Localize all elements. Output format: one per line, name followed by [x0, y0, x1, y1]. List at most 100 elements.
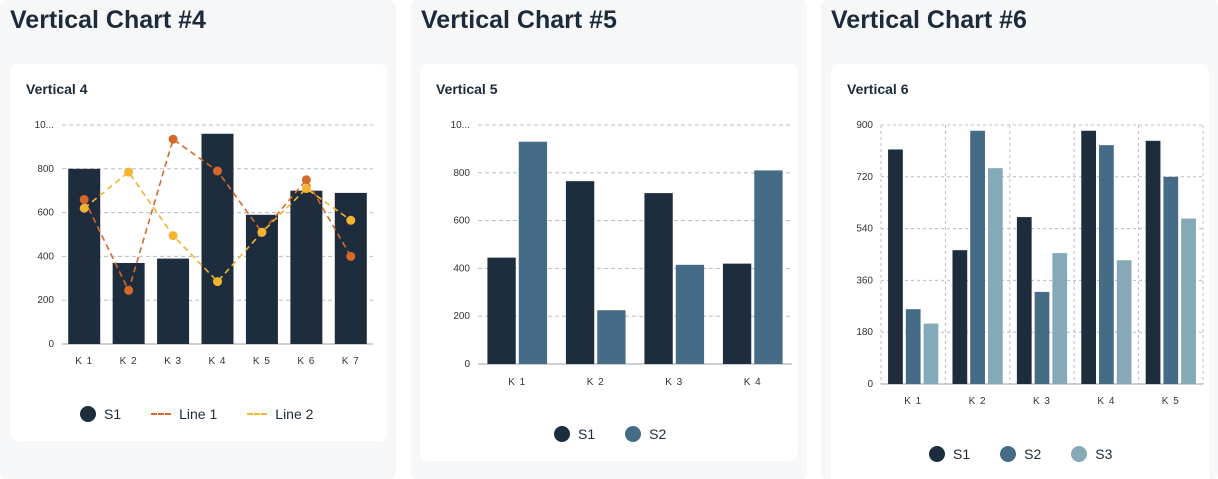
bar-s1-k7[interactable]: [334, 192, 367, 344]
legend-item-s1[interactable]: S1: [929, 446, 970, 462]
legend-swatch: [554, 426, 570, 442]
x-tick-label: K 3: [164, 356, 182, 367]
x-tick-label: K 7: [342, 356, 360, 367]
legend-swatch: [625, 426, 642, 442]
point-line-2-k5[interactable]: [257, 227, 267, 237]
point-line-2-k3[interactable]: [168, 231, 178, 241]
bar-s1-k4[interactable]: [201, 133, 234, 344]
chart-plot: 0 200 400 600 800 10... K 1 K 2 K 3 K 4 K 5 K 6 K 7: [35, 120, 373, 367]
legend-item-s2[interactable]: S2: [1000, 446, 1041, 462]
y-tick-label: 200: [453, 311, 470, 322]
chart-card: Vertical 5 0 200 400 600 800 10... K 1K 2K 3K …: [420, 64, 798, 461]
point-line-2-k1[interactable]: [79, 203, 89, 213]
chart-panel-5: Vertical Chart #5 Vertical 5 0 200 400 600 8…: [411, 0, 807, 479]
bar-s3-k1[interactable]: [923, 323, 939, 384]
legend-item-s2[interactable]: S2: [625, 426, 666, 442]
y-tick-label: 600: [453, 216, 470, 227]
x-tick-label: K 5: [1162, 396, 1180, 407]
x-tick-label: K 4: [1097, 396, 1115, 407]
x-tick-label: K 2: [587, 377, 605, 388]
legend-swatch: [929, 446, 945, 462]
bar-s2-k3[interactable]: [675, 264, 705, 364]
bar-s3-k3[interactable]: [1052, 253, 1068, 384]
chart-card: Vertical 4 0 200 400 600 800 10... K 1K 2K 3K …: [10, 64, 387, 441]
panel-title: Vertical Chart #5: [421, 6, 617, 34]
x-tick-label: K 1: [904, 396, 922, 407]
bar-s2-k2[interactable]: [597, 310, 626, 364]
bar-s1-k5[interactable]: [1145, 140, 1161, 384]
bar-s1-k3[interactable]: [157, 258, 190, 344]
x-tick-label: K 1: [508, 377, 526, 388]
legend-label: S2: [1024, 446, 1042, 462]
chart-legend: S1 S2: [554, 426, 666, 442]
point-line-1-k3[interactable]: [168, 134, 178, 144]
y-tick-label: 180: [856, 327, 873, 338]
panel-title: Vertical Chart #4: [10, 6, 206, 34]
legend-swatch: [247, 413, 268, 415]
bar-s2-k2[interactable]: [970, 130, 985, 384]
x-tick-label: K 1: [75, 356, 93, 367]
y-tick-label: 10...: [451, 120, 470, 131]
point-line-2-k7[interactable]: [346, 215, 356, 225]
y-tick-label: 600: [37, 208, 54, 219]
legend-label: S1: [104, 406, 122, 422]
legend-item-s1[interactable]: S1: [80, 406, 121, 422]
point-line-2-k2[interactable]: [124, 167, 134, 177]
bar-s1-k1[interactable]: [888, 149, 903, 384]
point-line-1-k4[interactable]: [213, 166, 222, 176]
legend-swatch: [1000, 446, 1017, 462]
bar-s3-k4[interactable]: [1116, 260, 1132, 384]
y-tick-label: 0: [48, 339, 54, 350]
legend-label: S2: [649, 426, 667, 442]
bar-s2-k1[interactable]: [518, 141, 548, 364]
point-line-2-k6[interactable]: [301, 184, 311, 194]
chart-legend: S1 S2 S3: [929, 446, 1112, 462]
bar-s2-k3[interactable]: [1034, 291, 1050, 384]
y-tick-label: 10...: [35, 120, 54, 131]
point-line-1-k6[interactable]: [301, 175, 311, 185]
legend-item-s1[interactable]: S1: [554, 426, 595, 442]
y-tick-label: 400: [37, 251, 54, 262]
y-tick-label: 200: [37, 295, 54, 306]
legend-item-line-2[interactable]: Line 2: [247, 406, 313, 422]
chart-panel-6: Vertical Chart #6 Vertical 6 0 180 360 540 7…: [821, 0, 1218, 479]
bar-s2-k1[interactable]: [905, 309, 921, 384]
bar-s1-k2[interactable]: [565, 181, 595, 364]
bar-s1-k3[interactable]: [1016, 217, 1032, 384]
legend-label: Line 1: [179, 406, 218, 422]
y-tick-label: 800: [37, 164, 54, 175]
bar-s3-k2[interactable]: [987, 168, 1003, 384]
x-tick-label: K 4: [208, 356, 226, 367]
chart-plot: 0 200 400 600 800 10... K 1 K 2 K 3 K 4: [451, 120, 792, 388]
bar-s3-k5[interactable]: [1181, 218, 1196, 384]
bar-s1-k2[interactable]: [112, 262, 145, 344]
bar-s1-k3[interactable]: [644, 193, 673, 364]
point-line-2-k4[interactable]: [213, 277, 222, 287]
x-tick-label: K 3: [665, 377, 683, 388]
bar-s1-k1[interactable]: [487, 257, 516, 364]
y-tick-label: 900: [856, 120, 873, 131]
bar-s1-k4[interactable]: [722, 263, 752, 364]
y-tick-label: 400: [453, 263, 470, 274]
legend-label: S1: [953, 446, 971, 462]
bar-s1-k6[interactable]: [290, 190, 323, 344]
y-tick-label: 0: [867, 379, 873, 390]
bar-s1-k4[interactable]: [1081, 130, 1097, 384]
bar-s2-k5[interactable]: [1163, 176, 1179, 384]
legend-swatch: [151, 413, 172, 415]
point-line-1-k2[interactable]: [124, 285, 134, 295]
x-tick-label: K 2: [969, 396, 987, 407]
x-tick-label: K 4: [744, 377, 762, 388]
legend-item-line-1[interactable]: Line 1: [151, 406, 217, 422]
legend-label: Line 2: [275, 406, 314, 422]
legend-label: S3: [1095, 446, 1113, 462]
bar-s1-k2[interactable]: [952, 250, 968, 384]
point-line-1-k1[interactable]: [79, 194, 89, 204]
point-line-1-k7[interactable]: [346, 251, 356, 261]
bar-s2-k4[interactable]: [754, 170, 783, 364]
legend-item-s3[interactable]: S3: [1071, 446, 1112, 462]
y-tick-label: 360: [856, 275, 873, 286]
bar-s2-k4[interactable]: [1099, 145, 1114, 384]
y-tick-label: 540: [856, 224, 873, 235]
x-tick-label: K 6: [297, 356, 315, 367]
